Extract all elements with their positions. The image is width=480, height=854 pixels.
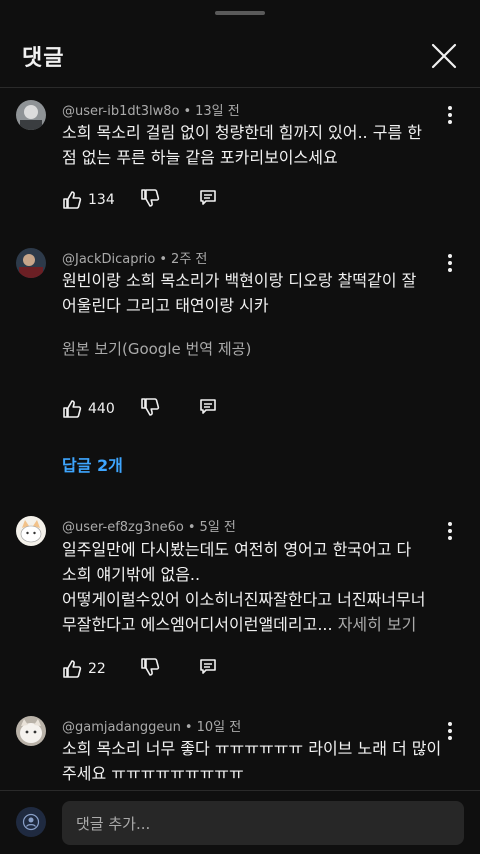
dislike-button[interactable] [140, 657, 160, 681]
comments-header: 댓글 [0, 24, 480, 88]
comment-meta: @user-ib1dt3lw8o • 13일 전 [62, 104, 240, 119]
comment-body: 소희 목소리 너무 좋다 ㅠㅠㅠㅠㅠㅠ 라이브 노래 더 많이 주세요 ㅠㅠㅠㅠ… [62, 736, 448, 786]
view-replies-link[interactable]: 답글 2개 [62, 452, 123, 476]
reply-icon [200, 399, 216, 414]
comment-line: 어떻게이럴수있어 이소히너진짜잘한다고 너진짜너무너 [62, 590, 426, 609]
like-button[interactable]: 22 [62, 659, 128, 679]
avatar[interactable] [16, 248, 46, 278]
avatar[interactable] [16, 516, 46, 546]
read-more-link[interactable]: 자세히 보기 [338, 615, 417, 634]
comment-line: 일주일만에 다시봤는데도 여전히 영어고 한국어고 다 [62, 540, 412, 559]
comment-line: 점 없는 푸른 하늘 같음 포카리보이스세요 [62, 148, 338, 167]
translate-link[interactable]: 원본 보기(Google 번역 제공) [62, 338, 251, 359]
comment-body: 원빈이랑 소희 목소리가 백현이랑 디오랑 찰떡같이 잘 어울린다 그리고 태연… [62, 268, 448, 318]
comment-line: 주세요 ㅠㅠㅠㅠㅠㅠㅠㅠㅠ [62, 764, 244, 783]
thumbs-up-icon [63, 660, 82, 678]
avatar[interactable] [16, 807, 46, 837]
thumbs-down-icon [141, 658, 160, 676]
comment-line: 소희 목소리 너무 좋다 ㅠㅠㅠㅠㅠㅠ 라이브 노래 더 많이 [62, 739, 442, 758]
comment-time: 13일 전 [195, 104, 240, 119]
like-count: 440 [88, 401, 115, 417]
comment-actions: 440 [62, 397, 218, 421]
comment-meta: @gamjadanggeun • 10일 전 [62, 720, 242, 735]
comment-line: 소희 얘기밖에 없음.. [62, 565, 201, 584]
comment-line: 무잘한다고 에스엠어디서이런앨데리고... 자세히 보기 [62, 615, 417, 634]
avatar[interactable] [16, 100, 46, 130]
dislike-button[interactable] [140, 397, 160, 421]
close-icon [431, 43, 457, 69]
like-button[interactable]: 440 [62, 399, 128, 419]
comment-line: 원빈이랑 소희 목소리가 백현이랑 디오랑 찰떡같이 잘 [62, 271, 417, 290]
thumbs-down-icon [141, 189, 160, 207]
add-comment-input[interactable]: 댓글 추가... [62, 801, 464, 845]
comment-body: 일주일만에 다시봤는데도 여전히 영어고 한국어고 다 소희 얘기밖에 없음..… [62, 537, 448, 637]
reply-button[interactable] [198, 397, 218, 421]
comment-author[interactable]: @JackDicaprio [62, 252, 155, 267]
comment-actions: 134 [62, 188, 218, 212]
drag-handle[interactable] [215, 11, 265, 15]
thumbs-down-icon [141, 398, 160, 416]
like-count: 22 [88, 661, 106, 677]
reply-button[interactable] [198, 188, 218, 212]
reply-icon [200, 190, 216, 205]
comment-time: 5일 전 [199, 520, 236, 535]
reply-button[interactable] [198, 657, 218, 681]
reply-icon [200, 659, 216, 674]
comment-author[interactable]: @user-ef8zg3ne6o [62, 520, 184, 535]
comment-author[interactable]: @gamjadanggeun [62, 720, 181, 735]
like-count: 134 [88, 192, 115, 208]
comment-meta: @JackDicaprio • 2주 전 [62, 252, 208, 267]
close-button[interactable] [424, 38, 464, 74]
avatar[interactable] [16, 716, 46, 746]
page-title: 댓글 [22, 46, 65, 71]
comment-author[interactable]: @user-ib1dt3lw8o [62, 104, 179, 119]
user-avatar-icon [22, 813, 40, 831]
thumbs-up-icon [63, 400, 82, 418]
comment-time: 2주 전 [171, 252, 208, 267]
comment-line: 어울린다 그리고 태연이랑 시카 [62, 296, 269, 315]
thumbs-up-icon [63, 191, 82, 209]
comment-actions: 22 [62, 657, 218, 681]
like-button[interactable]: 134 [62, 190, 128, 210]
comment-body: 소희 목소리 걸림 없이 청량한데 힘까지 있어.. 구름 한 점 없는 푸른 … [62, 120, 448, 170]
dislike-button[interactable] [140, 188, 160, 212]
comment-line: 소희 목소리 걸림 없이 청량한데 힘까지 있어.. 구름 한 [62, 123, 422, 142]
comment-composer: 댓글 추가... [0, 790, 480, 854]
comment-meta: @user-ef8zg3ne6o • 5일 전 [62, 520, 236, 535]
comment-time: 10일 전 [196, 720, 242, 735]
